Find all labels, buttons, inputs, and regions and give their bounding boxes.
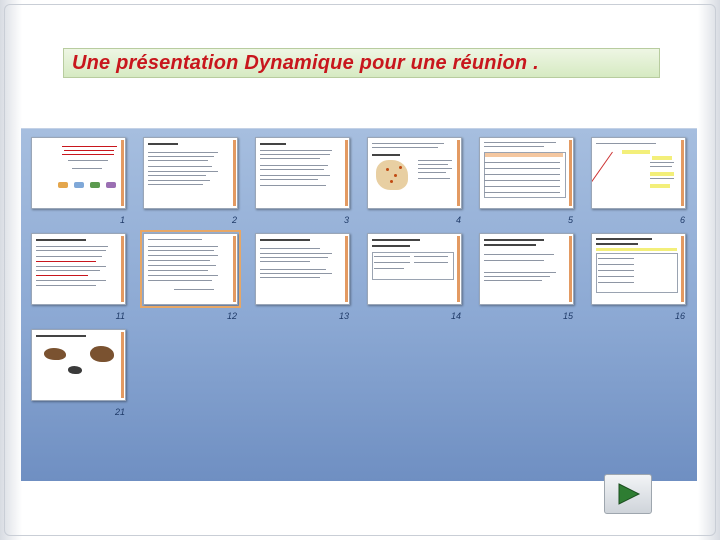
slide-number: 16 — [674, 311, 685, 321]
play-triangle-icon — [618, 483, 641, 505]
slide-number: 14 — [450, 311, 461, 321]
next-slide-button[interactable] — [604, 474, 652, 514]
slide-number: 2 — [231, 215, 237, 225]
slide-thumbnail[interactable] — [367, 233, 462, 305]
slide-number: 12 — [226, 311, 237, 321]
slide-thumbnail[interactable] — [143, 137, 238, 209]
slide-title-box: Une présentation Dynamique pour une réun… — [63, 48, 660, 78]
slide-thumbnail-selected[interactable] — [140, 230, 241, 308]
slide-thumbnail[interactable] — [31, 137, 126, 209]
slide-number: 15 — [562, 311, 573, 321]
slide-thumbnail[interactable] — [591, 233, 686, 305]
slide-number: 6 — [679, 215, 685, 225]
slide-number: 13 — [338, 311, 349, 321]
slide-number: 11 — [115, 311, 125, 321]
slide-number: 3 — [343, 215, 349, 225]
slide-thumbnail[interactable] — [31, 233, 126, 305]
slide-thumbnail[interactable] — [591, 137, 686, 209]
slide-thumbnail[interactable] — [367, 137, 462, 209]
slide-number: 21 — [114, 407, 125, 417]
slide-thumbnail[interactable] — [255, 233, 350, 305]
slide-number: 1 — [119, 215, 125, 225]
slide-number: 5 — [567, 215, 573, 225]
slide-thumbnail[interactable] — [31, 329, 126, 401]
slide-number: 4 — [455, 215, 461, 225]
slide-thumbnail[interactable] — [479, 137, 574, 209]
slide-thumbnail[interactable] — [479, 233, 574, 305]
slide-title: Une présentation Dynamique pour une réun… — [72, 51, 539, 74]
slide-frame: Une présentation Dynamique pour une réun… — [0, 0, 720, 540]
slide-thumbnail[interactable] — [255, 137, 350, 209]
slide-sorter-panel: 1 2 3 4 5 6 11 12 13 14 15 16 21 — [21, 128, 697, 481]
